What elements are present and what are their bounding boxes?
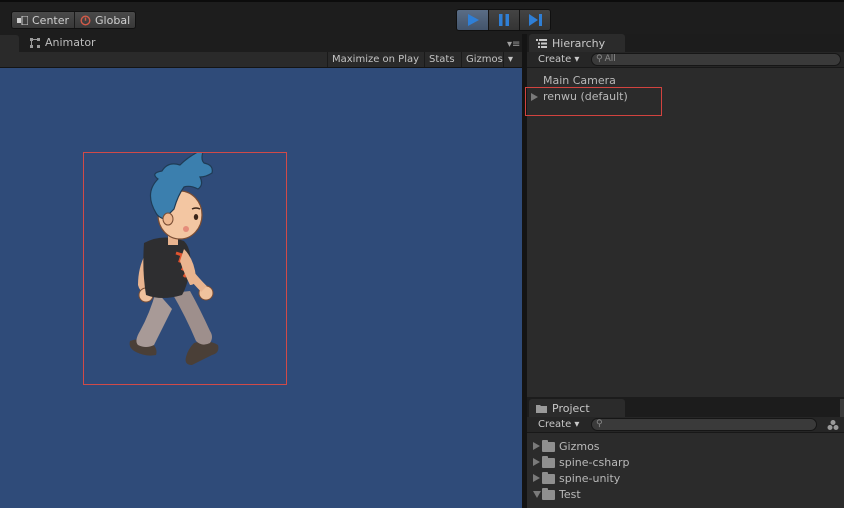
project-item-spine-unity[interactable]: spine-unity — [559, 471, 620, 487]
tab-animator[interactable]: Animator — [30, 36, 96, 49]
pivot-global-label: Global — [95, 13, 131, 27]
animator-icon — [30, 37, 40, 48]
folder-collapse-arrow-icon[interactable] — [533, 491, 541, 498]
main-toolbar: Center Global — [0, 0, 844, 34]
game-tabstrip: Animator ▾≡ — [0, 34, 522, 52]
step-button[interactable] — [519, 10, 550, 30]
folder-icon — [542, 440, 555, 452]
folder-icon — [542, 488, 555, 500]
character-selection-outline — [83, 147, 287, 385]
project-item-test[interactable]: Test — [559, 487, 581, 503]
tab-options-icon[interactable]: ▾≡ — [507, 39, 520, 50]
pivot-global-button[interactable]: Global — [74, 12, 136, 28]
search-icon: ⚲ — [596, 419, 603, 429]
playmode-controls — [456, 9, 551, 31]
project-folder-icon — [536, 404, 547, 413]
tab-hierarchy[interactable]: Hierarchy — [529, 34, 625, 52]
project-create-dropdown[interactable]: Create ▾ — [531, 418, 586, 432]
project-create-label: Create — [538, 419, 572, 430]
folder-expand-arrow-icon[interactable] — [533, 474, 540, 482]
tab-game[interactable] — [0, 35, 19, 52]
hierarchy-create-dropdown[interactable]: Create ▾ — [531, 53, 586, 67]
project-item-gizmos[interactable]: Gizmos — [559, 439, 600, 455]
folder-expand-arrow-icon[interactable] — [533, 458, 540, 466]
pause-button[interactable] — [488, 10, 519, 30]
step-icon — [528, 14, 542, 26]
filter-by-type-icon[interactable] — [827, 419, 839, 431]
project-toolbar: Create ▾ ⚲ — [527, 417, 844, 433]
play-button[interactable] — [457, 10, 488, 30]
character-sprite — [129, 147, 219, 365]
hierarchy-toolbar: Create ▾ ⚲ All — [527, 52, 844, 68]
panel-edge — [840, 399, 844, 417]
folder-icon — [542, 456, 555, 468]
tab-animator-label: Animator — [45, 36, 96, 49]
tab-hierarchy-label: Hierarchy — [552, 36, 606, 50]
global-icon — [80, 14, 91, 26]
game-view-toolbar: Maximize on Play Stats Gizmos ▾ — [0, 52, 522, 68]
maximize-on-play-toggle[interactable]: Maximize on Play — [327, 52, 423, 67]
project-search-input[interactable]: ⚲ — [591, 418, 817, 431]
project-panel: Create ▾ ⚲ Gizmos spine-csharp spine-uni… — [527, 417, 844, 508]
pivot-toggle-group: Center Global — [11, 11, 137, 29]
folder-icon — [542, 472, 555, 484]
hierarchy-highlight-outline — [525, 87, 662, 116]
hierarchy-search-placeholder: All — [604, 54, 616, 64]
folder-expand-arrow-icon[interactable] — [533, 442, 540, 450]
gizmos-chevron-down-icon[interactable]: ▾ — [503, 52, 517, 67]
pivot-center-button[interactable]: Center — [12, 12, 75, 28]
stats-toggle[interactable]: Stats — [424, 52, 459, 67]
pause-icon — [499, 14, 509, 26]
hierarchy-icon — [536, 38, 547, 48]
project-item-spine-csharp[interactable]: spine-csharp — [559, 455, 629, 471]
play-icon — [467, 14, 479, 26]
game-viewport[interactable] — [0, 68, 522, 508]
pivot-center-label: Center — [32, 13, 70, 27]
hierarchy-search-input[interactable]: ⚲ All — [591, 53, 841, 66]
search-icon: ⚲ — [596, 54, 603, 64]
gizmos-dropdown[interactable]: Gizmos — [461, 52, 507, 67]
pivot-center-icon — [17, 15, 28, 25]
tab-project[interactable]: Project — [529, 399, 625, 417]
hierarchy-create-label: Create — [538, 54, 572, 65]
tab-project-label: Project — [552, 401, 590, 415]
